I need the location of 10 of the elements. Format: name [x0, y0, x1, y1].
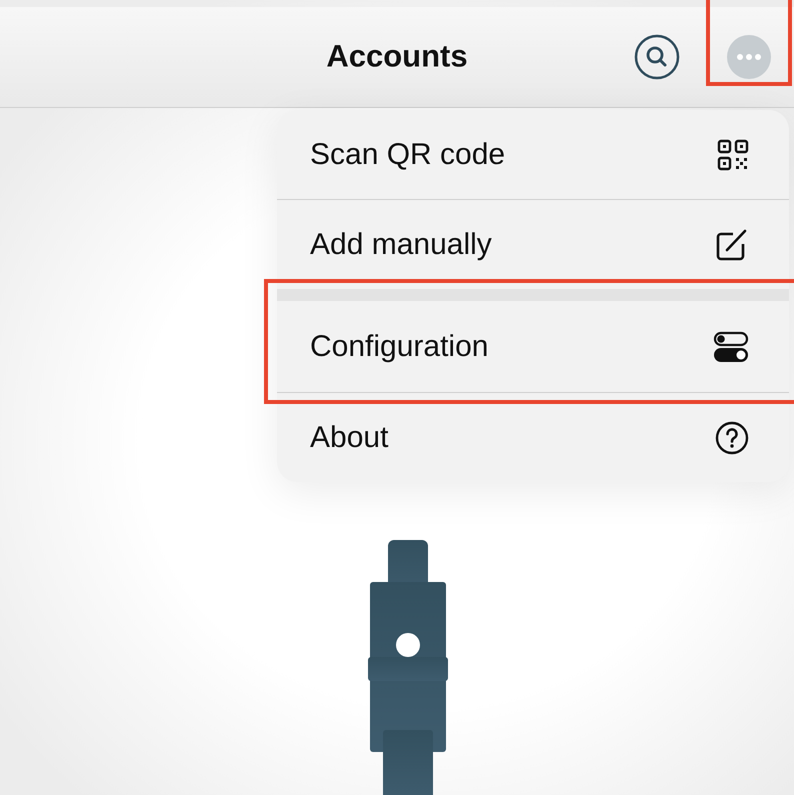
search-icon[interactable]	[634, 34, 680, 80]
menu-item[interactable]: Scan QR code	[277, 110, 789, 199]
menu-item[interactable]: Add manually	[277, 199, 789, 289]
toggle-switches-icon	[713, 330, 749, 362]
menu-item[interactable]: About	[277, 393, 789, 482]
qr-code-icon	[717, 138, 749, 170]
help-icon	[715, 420, 749, 454]
screen-title: Accounts	[326, 38, 468, 76]
menu-item[interactable]: Configuration	[277, 289, 789, 393]
pencil-square-icon	[715, 228, 749, 262]
